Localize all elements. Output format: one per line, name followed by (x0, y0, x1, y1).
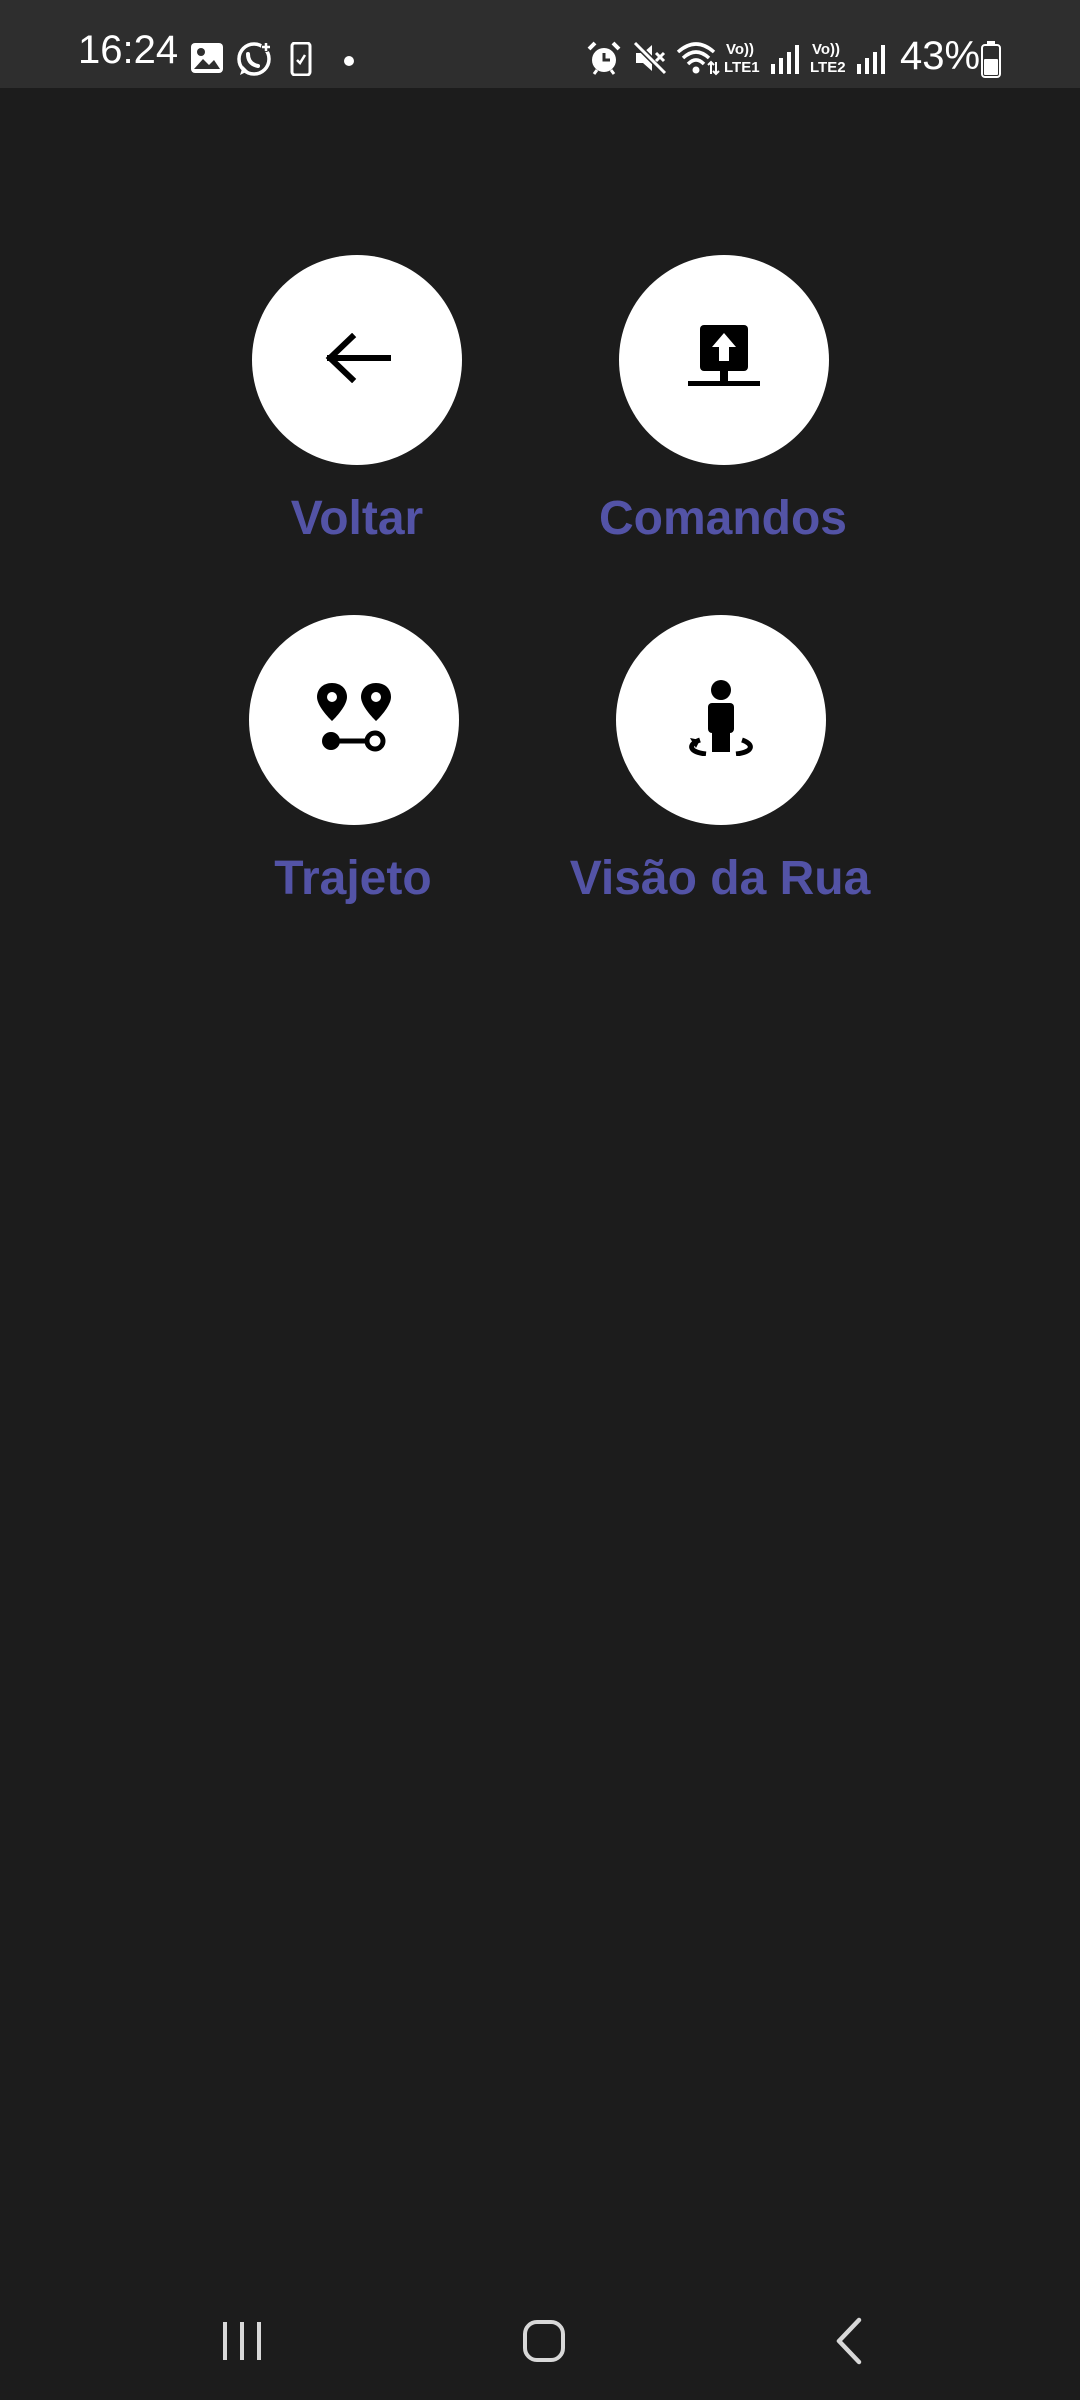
comandos-circle[interactable] (619, 255, 829, 465)
phone-device-icon (290, 41, 312, 81)
visao-da-rua-label: Visão da Rua (569, 852, 871, 905)
back-button[interactable] (788, 2286, 908, 2400)
visao-da-rua-circle[interactable] (616, 615, 826, 825)
signal-icon (770, 44, 800, 79)
voltar-label: Voltar (290, 492, 424, 545)
upload-command-icon (688, 324, 760, 396)
signal-icon (856, 44, 886, 79)
visao-da-rua-button[interactable]: Visão da Rua (540, 615, 900, 915)
home-icon (521, 2318, 567, 2369)
sim1-network-label: LTE1 (724, 59, 760, 76)
home-button[interactable] (484, 2286, 604, 2400)
street-view-icon (686, 679, 756, 761)
dot-icon (343, 54, 355, 72)
battery-percent: 43% (900, 34, 981, 78)
whatsapp-icon (236, 40, 274, 83)
arrow-left-icon (322, 332, 392, 388)
trajeto-button[interactable]: Trajeto (173, 615, 533, 915)
recent-apps-icon (220, 2319, 264, 2368)
battery-icon (980, 40, 1002, 83)
alarm-icon (586, 40, 622, 81)
trajeto-label: Trajeto (274, 852, 432, 905)
sim2-network-label: LTE2 (810, 59, 846, 76)
comandos-button[interactable]: Comandos (543, 255, 903, 555)
wifi-icon (676, 40, 720, 81)
recent-apps-button[interactable] (182, 2286, 302, 2400)
voltar-button[interactable]: Voltar (177, 255, 537, 555)
trajeto-circle[interactable] (249, 615, 459, 825)
navigation-bar (0, 2286, 1080, 2400)
status-time: 16:24 (78, 28, 179, 72)
screen: 16:24 Vo)) LTE1 Vo)) LTE2 43% Voltar Com… (0, 0, 1080, 2400)
sim2-volte-label: Vo)) (812, 41, 841, 58)
voltar-circle[interactable] (252, 255, 462, 465)
gallery-icon (190, 42, 224, 79)
status-bar: 16:24 Vo)) LTE1 Vo)) LTE2 43% (0, 0, 1080, 88)
sim1-volte-label: Vo)) (726, 41, 755, 58)
comandos-label: Comandos (598, 492, 847, 545)
back-icon (831, 2316, 865, 2371)
route-icon (317, 682, 391, 758)
mute-icon (632, 40, 668, 81)
